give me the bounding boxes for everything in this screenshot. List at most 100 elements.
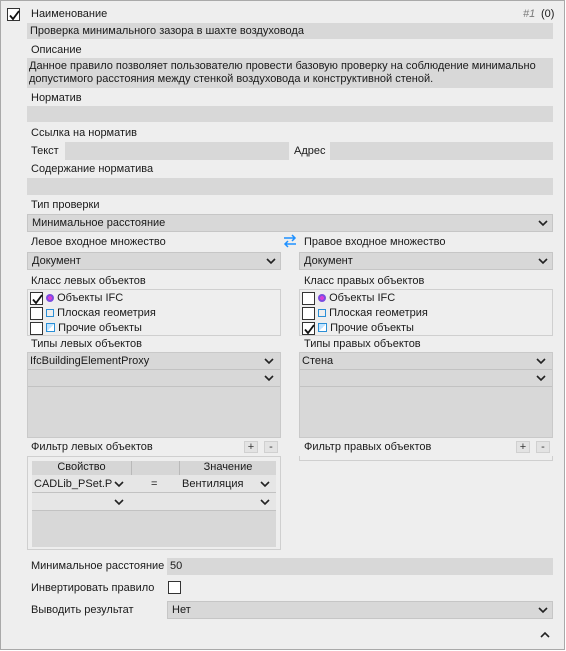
left-class-other-checkbox[interactable]: [30, 322, 43, 335]
right-class-panel: Объекты IFC Плоская геометрия Прочие объ…: [299, 289, 553, 336]
chevron-down-icon[interactable]: [262, 372, 276, 384]
description-label: Описание: [31, 44, 82, 56]
table-row[interactable]: CADLib_PSet.P = Вентиляция: [32, 475, 276, 493]
list-item[interactable]: Стена: [300, 353, 552, 370]
right-class-other-checkbox[interactable]: [302, 322, 315, 335]
right-set-value: Документ: [304, 255, 353, 267]
filter-value-value: Вентиляция: [182, 478, 244, 490]
output-result-label: Выводить результат: [31, 604, 134, 616]
left-class-flat-label: Плоская геометрия: [57, 307, 156, 319]
right-types-list: Стена: [299, 352, 553, 438]
filter-property-value: CADLib_PSet.P: [34, 478, 113, 490]
name-field[interactable]: Проверка минимального зазора в шахте воз…: [27, 23, 553, 39]
invert-rule-label: Инвертировать правило: [31, 582, 155, 594]
right-class-other-label: Прочие объекты: [330, 322, 414, 334]
right-class-ifc-label: Объекты IFC: [329, 292, 396, 304]
column-header-property[interactable]: Свойство: [32, 461, 132, 475]
left-filter-remove-button[interactable]: -: [264, 441, 278, 453]
table-row[interactable]: [32, 493, 276, 511]
checkmark-icon: [9, 10, 20, 21]
normative-link-label: Ссылка на норматив: [31, 127, 138, 139]
left-filter-label: Фильтр левых объектов: [31, 441, 153, 453]
check-type-value: Минимальное расстояние: [32, 217, 166, 229]
description-text: Данное правило позволяет пользователю пр…: [29, 60, 536, 85]
description-field[interactable]: Данное правило позволяет пользователю пр…: [27, 58, 553, 88]
right-type-value: Стена: [302, 355, 334, 367]
other-objects-icon: [46, 323, 55, 332]
left-class-ifc-label: Объекты IFC: [57, 292, 124, 304]
left-class-ifc-checkbox[interactable]: [30, 292, 43, 305]
left-filter-table: Свойство Значение CADLib_PSet.P = Вентил…: [27, 456, 281, 550]
left-type-value: IfcBuildingElementProxy: [30, 355, 150, 367]
rule-enabled-checkbox[interactable]: [7, 8, 20, 21]
left-filter-add-button[interactable]: +: [244, 441, 258, 453]
left-set-label: Левое входное множество: [31, 236, 166, 248]
ifc-icon: [318, 294, 326, 302]
filter-operator-value: =: [151, 478, 158, 490]
chevron-down-icon[interactable]: [262, 355, 276, 367]
left-class-other-label: Прочие объекты: [58, 322, 142, 334]
right-filter-label: Фильтр правых объектов: [304, 441, 432, 453]
right-filter-table: [299, 456, 553, 461]
filter-rows: CADLib_PSet.P = Вентиляция: [32, 475, 276, 547]
list-item[interactable]: [28, 370, 280, 387]
min-distance-value: 50: [170, 560, 183, 572]
right-filter-add-button[interactable]: +: [516, 441, 530, 453]
output-result-value: Нет: [172, 604, 191, 616]
name-value: Проверка минимального зазора в шахте воз…: [30, 25, 304, 37]
output-result-combo[interactable]: Нет: [167, 601, 553, 619]
link-text-label: Текст: [31, 145, 59, 157]
right-set-label: Правое входное множество: [304, 236, 446, 248]
normative-content-field[interactable]: [27, 178, 553, 195]
chevron-down-icon[interactable]: [534, 372, 548, 384]
column-header-operator: [132, 461, 180, 475]
normative-content-label: Содержание норматива: [31, 163, 154, 175]
left-set-combo[interactable]: Документ: [27, 252, 281, 270]
chevron-down-icon[interactable]: [112, 496, 126, 508]
rule-number: #1: [523, 8, 536, 20]
chevron-down-icon[interactable]: [258, 496, 272, 508]
chevron-down-icon[interactable]: [112, 478, 126, 490]
chevron-down-icon[interactable]: [534, 355, 548, 367]
right-class-ifc-checkbox[interactable]: [302, 292, 315, 305]
left-types-list: IfcBuildingElementProxy: [27, 352, 281, 438]
rule-editor-panel: Наименование #1 (0) Проверка минимальног…: [0, 0, 565, 650]
chevron-down-icon[interactable]: [258, 478, 272, 490]
rule-count: (0): [541, 8, 555, 20]
checkmark-icon: [32, 294, 43, 305]
flat-geometry-icon: [46, 309, 54, 317]
right-class-flat-checkbox[interactable]: [302, 307, 315, 320]
list-item[interactable]: [300, 370, 552, 387]
link-address-label: Адрес: [294, 145, 326, 157]
left-class-label: Класс левых объектов: [31, 275, 146, 287]
list-item[interactable]: IfcBuildingElementProxy: [28, 353, 280, 370]
column-header-value[interactable]: Значение: [180, 461, 276, 475]
chevron-down-icon: [538, 258, 548, 265]
swap-icon[interactable]: [282, 234, 298, 248]
left-set-value: Документ: [32, 255, 81, 267]
left-class-panel: Объекты IFC Плоская геометрия Прочие объ…: [27, 289, 281, 336]
left-class-flat-checkbox[interactable]: [30, 307, 43, 320]
right-class-flat-label: Плоская геометрия: [329, 307, 428, 319]
link-text-field[interactable]: [65, 142, 289, 160]
chevron-down-icon: [538, 220, 548, 227]
right-set-combo[interactable]: Документ: [299, 252, 553, 270]
left-types-label: Типы левых объектов: [31, 338, 142, 350]
link-address-field[interactable]: [330, 142, 553, 160]
chevron-down-icon: [538, 607, 548, 614]
chevron-down-icon: [266, 258, 276, 265]
right-class-label: Класс правых объектов: [304, 275, 425, 287]
check-type-label: Тип проверки: [31, 199, 100, 211]
right-types-label: Типы правых объектов: [304, 338, 421, 350]
name-label: Наименование: [31, 8, 108, 20]
flat-geometry-icon: [318, 309, 326, 317]
check-type-combo[interactable]: Минимальное расстояние: [27, 214, 553, 232]
right-filter-remove-button[interactable]: -: [536, 441, 550, 453]
normative-field[interactable]: [27, 106, 553, 122]
invert-rule-checkbox[interactable]: [168, 581, 181, 594]
ifc-icon: [46, 294, 54, 302]
chevron-up-icon[interactable]: [538, 629, 552, 641]
min-distance-field[interactable]: 50: [167, 558, 553, 575]
other-objects-icon: [318, 323, 327, 332]
min-distance-label: Минимальное расстояние: [31, 560, 165, 572]
